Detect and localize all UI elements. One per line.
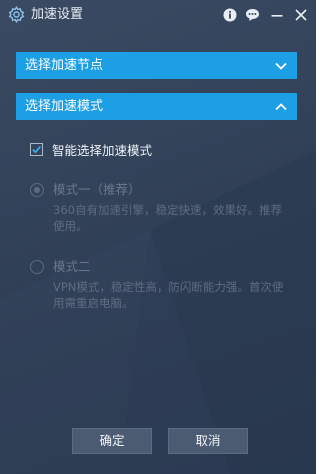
minimize-button[interactable] (268, 6, 285, 23)
cancel-button[interactable]: 取消 (168, 428, 248, 454)
title-bar: 加速设置 (0, 0, 316, 30)
smart-mode-checkbox-row[interactable]: 智能选择加速模式 (30, 141, 153, 158)
info-button[interactable] (221, 6, 238, 23)
mode-option-1-title: 模式一（推荐） (53, 182, 141, 197)
chevron-up-icon (275, 103, 287, 111)
section-select-mode[interactable]: 选择加速模式 (16, 93, 297, 120)
minimize-icon (271, 14, 282, 17)
smart-mode-checkbox[interactable] (30, 142, 43, 156)
chevron-down-icon (275, 62, 287, 70)
mode-option-2-description: VPN模式，稳定性高，防闪断能力强。首次使用需重启电脑。 (53, 280, 284, 310)
window-title: 加速设置 (31, 7, 84, 22)
mode-option-2[interactable]: 模式二 VPN模式，稳定性高，防闪断能力强。首次使用需重启电脑。 (30, 259, 293, 311)
smart-mode-label: 智能选择加速模式 (52, 142, 153, 158)
acceleration-settings-window: 加速设置 选择加速节点 选择加速模式 智能选择加速模式 模式一（推荐） 360自… (0, 0, 316, 474)
close-icon (294, 8, 307, 21)
gear-icon (8, 6, 25, 23)
mode-option-2-text: 模式二 VPN模式，稳定性高，防闪断能力强。首次使用需重启电脑。 (53, 259, 293, 311)
section-select-mode-label: 选择加速模式 (25, 99, 104, 114)
chat-icon (246, 8, 259, 21)
feedback-button[interactable] (244, 6, 261, 23)
section-select-node-label: 选择加速节点 (25, 58, 104, 73)
close-button[interactable] (292, 6, 309, 23)
mode-option-2-radio[interactable] (30, 260, 44, 274)
section-select-node[interactable]: 选择加速节点 (16, 52, 297, 79)
mode-option-1-radio[interactable] (30, 183, 44, 197)
mode-option-1-description: 360自有加速引擎，稳定快速，效果好。推荐使用。 (53, 203, 282, 233)
mode-option-2-title: 模式二 (53, 259, 91, 274)
mode-option-1[interactable]: 模式一（推荐） 360自有加速引擎，稳定快速，效果好。推荐使用。 (30, 182, 293, 234)
mode-option-1-text: 模式一（推荐） 360自有加速引擎，稳定快速，效果好。推荐使用。 (53, 182, 293, 234)
info-icon (223, 8, 236, 21)
ok-button[interactable]: 确定 (72, 428, 152, 454)
checkmark-icon (32, 145, 42, 153)
